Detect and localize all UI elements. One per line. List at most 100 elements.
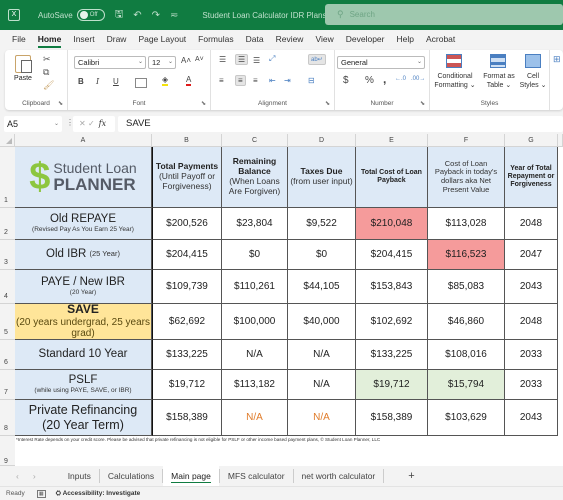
year-cell[interactable]: 2043 [505,270,558,304]
search-box[interactable]: ⚲ Search [325,4,563,25]
header-total-cost[interactable]: Total Cost of Loan Payback [356,147,428,208]
tab-data[interactable]: Data [246,34,264,44]
row-header-7[interactable]: 7 [0,370,15,400]
save-icon[interactable]: 🖫 [115,7,124,24]
row-header-9[interactable]: 9 [0,436,15,466]
conditional-formatting-button[interactable]: Conditional Formatting ⌄ [430,72,480,90]
total-cost-cell[interactable]: $19,712 [356,370,428,400]
remaining-balance-cell[interactable]: $113,182 [222,370,288,400]
column-header-f[interactable]: F [428,134,505,147]
taxes-due-cell[interactable]: $40,000 [288,304,356,340]
increase-font-icon[interactable]: A˄ [181,56,191,65]
accessibility-status[interactable]: ⛭ Accessibility: Investigate [56,490,140,498]
remaining-balance-cell[interactable]: $23,804 [222,208,288,240]
npv-cell[interactable]: $46,860 [428,304,505,340]
column-header-d[interactable]: D [288,134,356,147]
document-title[interactable]: Student Loan Calculator IDR Plans [202,11,326,20]
italic-button[interactable]: I [96,77,99,86]
decrease-indent-icon[interactable]: ⇤ [269,76,276,85]
fill-color-icon[interactable]: ◈ [162,75,169,86]
dialog-launcher-icon[interactable]: ⬊ [58,100,63,107]
decrease-font-icon[interactable]: A˅ [195,56,204,63]
align-top-icon[interactable]: ☰ [219,55,226,64]
align-middle-icon[interactable]: ☰ [235,54,249,65]
decrease-decimal-icon[interactable]: .00→ [411,76,425,82]
total-payments-cell[interactable]: $19,712 [152,370,222,400]
customize-toolbar-icon[interactable]: ≂ [170,10,178,21]
sheet-tab-calculations[interactable]: Calculations [100,469,164,483]
name-box[interactable]: A5 ⌄ [4,116,62,132]
total-payments-cell[interactable]: $200,526 [152,208,222,240]
header-npv[interactable]: Cost of Loan Payback in today's dollars … [428,147,505,208]
remaining-balance-cell[interactable]: $100,000 [222,304,288,340]
tab-review[interactable]: Review [276,34,304,44]
remaining-balance-cell[interactable]: $0 [222,240,288,270]
total-cost-cell[interactable]: $133,225 [356,340,428,370]
row-header-6[interactable]: 6 [0,340,15,370]
sheet-tab-main-page[interactable]: Main page [163,466,219,486]
cancel-icon[interactable]: ✕ [79,119,86,128]
font-size-select[interactable]: 12 ⌄ [148,56,176,69]
total-payments-cell[interactable]: $109,739 [152,270,222,304]
plan-save[interactable]: SAVE (20 years undergrad, 25 years grad) [15,302,152,340]
year-cell[interactable]: 2043 [505,400,558,436]
tab-acrobat[interactable]: Acrobat [426,34,455,44]
prev-sheet-icon[interactable]: ‹ [16,471,19,481]
column-header-g[interactable]: G [505,134,558,147]
taxes-due-cell[interactable]: $0 [288,240,356,270]
macro-recording-icon[interactable]: ▦ [36,489,46,498]
tab-home[interactable]: Home [37,34,61,48]
formula-input[interactable]: SAVE [118,116,563,132]
add-sheet-button[interactable]: + [408,470,414,482]
dialog-launcher-icon[interactable]: ⬊ [420,100,425,107]
font-color-icon[interactable]: A [186,75,192,86]
align-right-icon[interactable]: ≡ [253,76,258,85]
taxes-due-cell[interactable]: N/A [288,370,356,400]
increase-indent-icon[interactable]: ⇥ [284,76,291,85]
currency-button[interactable]: $ [343,75,349,86]
taxes-due-cell[interactable]: $44,105 [288,270,356,304]
tab-draw[interactable]: Draw [107,34,127,44]
tab-insert[interactable]: Insert [73,34,94,44]
number-format-select[interactable]: General ⌄ [337,56,425,69]
taxes-due-cell[interactable]: N/A [288,400,356,436]
tab-view[interactable]: View [315,34,333,44]
sheet-tab-mfs-calculator[interactable]: MFS calculator [218,469,294,483]
year-cell[interactable]: 2048 [505,304,558,340]
select-all-button[interactable] [0,134,15,147]
total-cost-cell[interactable]: $204,415 [356,240,428,270]
increase-decimal-icon[interactable]: ←.0 [395,76,406,82]
header-year[interactable]: Year of Total Repayment or Forgiveness [505,147,558,208]
npv-cell[interactable]: $103,629 [428,400,505,436]
total-payments-cell[interactable]: $62,692 [152,304,222,340]
logo-cell[interactable]: $ Student Loan PLANNER [15,147,152,208]
orientation-icon[interactable]: ⤢ [269,54,275,64]
total-cost-cell[interactable]: $102,692 [356,304,428,340]
plan-paye-new-ibr[interactable]: PAYE / New IBR (20 Year) [15,270,152,304]
percent-button[interactable]: % [365,75,374,86]
total-payments-cell[interactable]: $158,389 [152,400,222,436]
taxes-due-cell[interactable]: N/A [288,340,356,370]
borders-icon[interactable] [135,78,147,88]
font-name-select[interactable]: Calibri ⌄ [74,56,146,69]
paste-button[interactable]: Paste [13,55,33,95]
sheet-tab-inputs[interactable]: Inputs [60,469,100,483]
row-header-8[interactable]: 8 [0,400,15,436]
row-header-2[interactable]: 2 [0,208,15,240]
bold-button[interactable]: B [78,77,84,86]
dialog-launcher-icon[interactable]: ⬊ [201,100,206,107]
total-cost-cell[interactable]: $210,048 [356,208,428,240]
row-header-4[interactable]: 4 [0,270,15,304]
wrap-text-icon[interactable]: ab↵ [308,54,326,65]
redo-icon[interactable]: ↷ [152,10,160,21]
year-cell[interactable]: 2033 [505,370,558,400]
plan-pslf[interactable]: PSLF (while using PAYE, SAVE, or IBR) [15,370,152,400]
npv-cell[interactable]: $85,083 [428,270,505,304]
autosave-toggle[interactable]: Off [76,9,105,21]
year-cell[interactable]: 2033 [505,340,558,370]
year-cell[interactable]: 2048 [505,208,558,240]
row-header-5[interactable]: 5 [0,304,15,340]
next-sheet-icon[interactable]: › [33,471,36,481]
row-header-1[interactable]: 1 [0,147,15,208]
tab-file[interactable]: File [12,34,26,44]
